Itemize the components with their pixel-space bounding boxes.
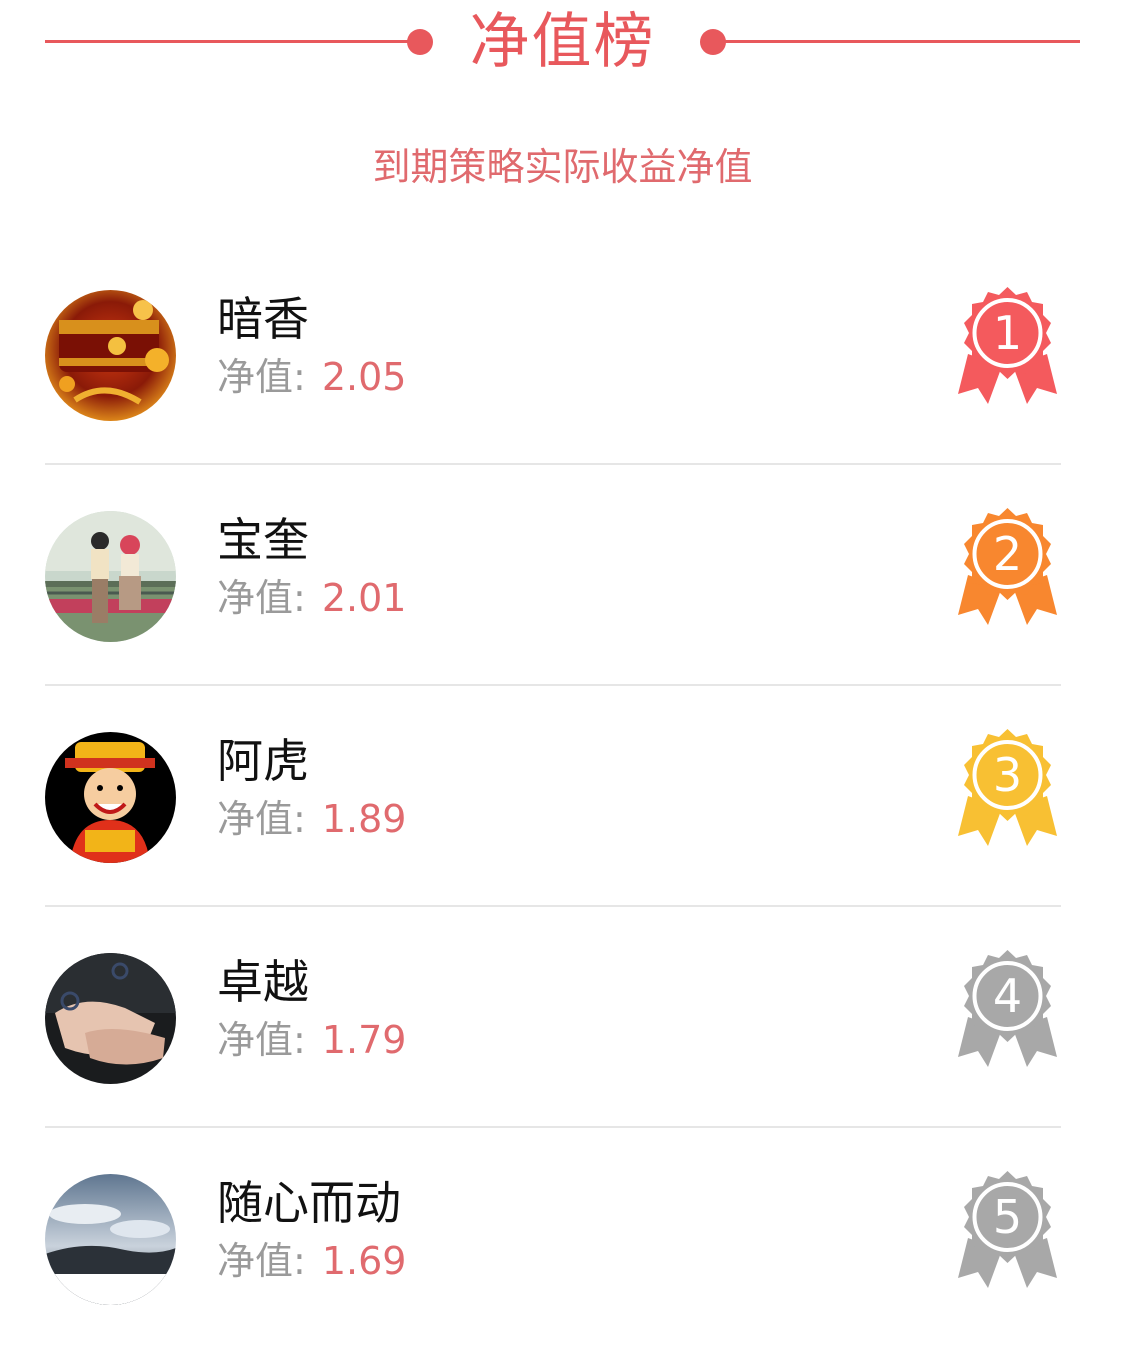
net-value: 1.89 xyxy=(321,797,407,841)
cloudy-sky-avatar[interactable] xyxy=(45,1174,176,1305)
net-value-line: 净值: 1.79 xyxy=(217,1015,406,1065)
fortune-god-avatar[interactable] xyxy=(45,732,176,863)
net-value-line: 净值: 1.89 xyxy=(217,794,406,844)
net-value-line: 净值: 2.01 xyxy=(217,573,406,623)
leaderboard-header: 净值榜 xyxy=(0,0,1125,90)
jewelry-box-avatar[interactable] xyxy=(45,290,176,421)
user-name: 阿虎 xyxy=(217,734,309,788)
rank-badge-icon: 2 xyxy=(950,505,1065,630)
rank-number: 1 xyxy=(992,306,1023,360)
holding-hands-avatar[interactable] xyxy=(45,953,176,1084)
user-name: 暗香 xyxy=(217,292,309,346)
rank-badge-icon: 5 xyxy=(950,1168,1065,1293)
net-value-label: 净值: xyxy=(217,1239,306,1283)
net-value: 2.01 xyxy=(321,576,407,620)
rank-number: 5 xyxy=(992,1190,1023,1244)
net-value-label: 净值: xyxy=(217,797,306,841)
user-name: 随心而动 xyxy=(217,1176,401,1230)
ranking-list: 暗香 净值: 2.05 1 宝奎 净值: 2.01 2 阿虎 净值: 1.89 … xyxy=(0,244,1125,1349)
ranking-row[interactable]: 阿虎 净值: 1.89 3 xyxy=(0,686,1125,907)
rank-badge-icon: 4 xyxy=(950,947,1065,1072)
net-value-line: 净值: 1.69 xyxy=(217,1236,406,1286)
rank-badge-icon: 3 xyxy=(950,726,1065,851)
ranking-row[interactable]: 随心而动 净值: 1.69 5 xyxy=(0,1128,1125,1349)
user-name: 宝奎 xyxy=(217,513,309,567)
net-value-label: 净值: xyxy=(217,355,306,399)
rank-badge-icon: 1 xyxy=(950,284,1065,409)
net-value: 2.05 xyxy=(321,355,407,399)
ranking-row[interactable]: 暗香 净值: 2.05 1 xyxy=(0,244,1125,465)
net-value-line: 净值: 2.05 xyxy=(217,352,406,402)
rank-number: 4 xyxy=(992,969,1023,1023)
net-value-label: 净值: xyxy=(217,576,306,620)
ranking-row[interactable]: 宝奎 净值: 2.01 2 xyxy=(0,465,1125,686)
net-value: 1.79 xyxy=(321,1018,407,1062)
page-subtitle: 到期策略实际收益净值 xyxy=(372,145,753,189)
rank-number: 2 xyxy=(992,527,1023,581)
header-right-line xyxy=(712,40,1080,43)
rank-number: 3 xyxy=(992,748,1023,802)
anime-couple-avatar[interactable] xyxy=(45,511,176,642)
net-value-label: 净值: xyxy=(217,1018,306,1062)
user-name: 卓越 xyxy=(217,955,309,1009)
ranking-row[interactable]: 卓越 净值: 1.79 4 xyxy=(0,907,1125,1128)
net-value: 1.69 xyxy=(321,1239,407,1283)
